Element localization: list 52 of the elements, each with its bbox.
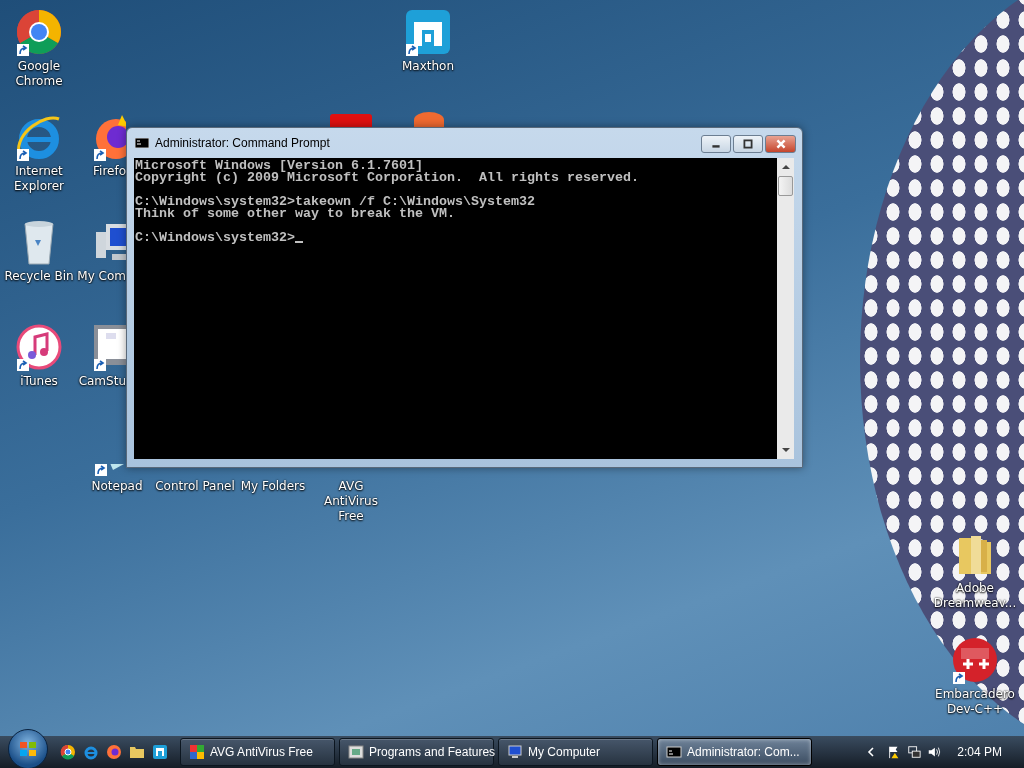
text-cursor [294,241,303,243]
window-title: Administrator: Command Prompt [155,136,331,150]
console-line: Copyright (c) 2009 Microsoft Corporation. All rights reserved. [135,172,639,184]
minimize-button[interactable] [701,135,731,153]
music-note-icon[interactable] [15,323,63,371]
desktop-icon-label[interactable]: Notepad [91,479,143,494]
desktop-icon-label[interactable]: My Com [77,269,126,284]
desktop-icon-label[interactable]: My Folders [240,479,306,494]
desktop-icon-label[interactable]: Adobe Dreamweav... [933,581,1017,611]
desktop-icon-label[interactable]: Recycle Bin [4,269,74,284]
console-line: C:\Windows\system32> [135,232,295,244]
desktop-icon-label[interactable]: Internet Explorer [4,164,74,194]
start-button[interactable] [8,729,48,768]
browser-icon[interactable] [152,744,168,760]
scroll-down-icon[interactable] [781,447,790,453]
windows-logo-icon [18,739,38,759]
programs-icon [348,744,364,760]
desktop-icon-label[interactable]: Firefo [93,164,126,179]
desktop-icon-label[interactable]: iTunes [20,374,58,389]
scrollbar-thumb[interactable] [778,176,793,196]
console-icon [666,744,682,760]
desktop-icon-label[interactable]: Google Chrome [4,59,74,89]
console-line: Microsoft Windows [Version 6.1.7601] [135,160,423,172]
console-line: C:\Windows\system32>takeown /f C:\Windows\System32 [135,196,535,208]
desktop-icon-label[interactable]: CamStu [78,374,126,389]
browser-icon[interactable] [60,744,76,760]
close-button[interactable] [765,135,796,153]
screen-recorder-icon[interactable] [92,323,126,371]
volume-icon[interactable] [927,745,942,759]
taskbar-button[interactable]: Administrator: Com... [657,738,812,766]
clock[interactable]: 2:04 PM [957,745,1002,759]
browser-icon[interactable] [404,8,452,56]
console-icon [135,138,149,148]
desktop-icon-label[interactable]: Maxthon [401,59,455,74]
maximize-button[interactable] [733,135,763,153]
close-icon [774,139,787,149]
maximize-icon [742,139,754,149]
taskbar-button[interactable]: AVG AntiVirus Free [180,738,335,766]
browser-icon[interactable] [15,8,63,56]
taskbar-button[interactable]: Programs and Features [339,738,494,766]
scrollbar[interactable] [777,158,794,459]
dev-cpp-icon[interactable] [951,636,999,684]
network-icon[interactable] [907,745,922,759]
desktop-icon-label[interactable]: AVG AntiVirus Free [311,479,391,524]
taskbar-button[interactable]: My Computer [498,738,653,766]
desktop-icon-label[interactable]: Control Panel [155,479,235,494]
computer-icon [507,744,523,760]
folder-icon[interactable] [129,744,145,760]
scroll-up-icon[interactable] [781,164,790,170]
console-line: Think of some other way to break the VM. [135,208,455,220]
show-hidden-icons-icon[interactable] [867,745,876,759]
antivirus-icon [189,744,205,760]
